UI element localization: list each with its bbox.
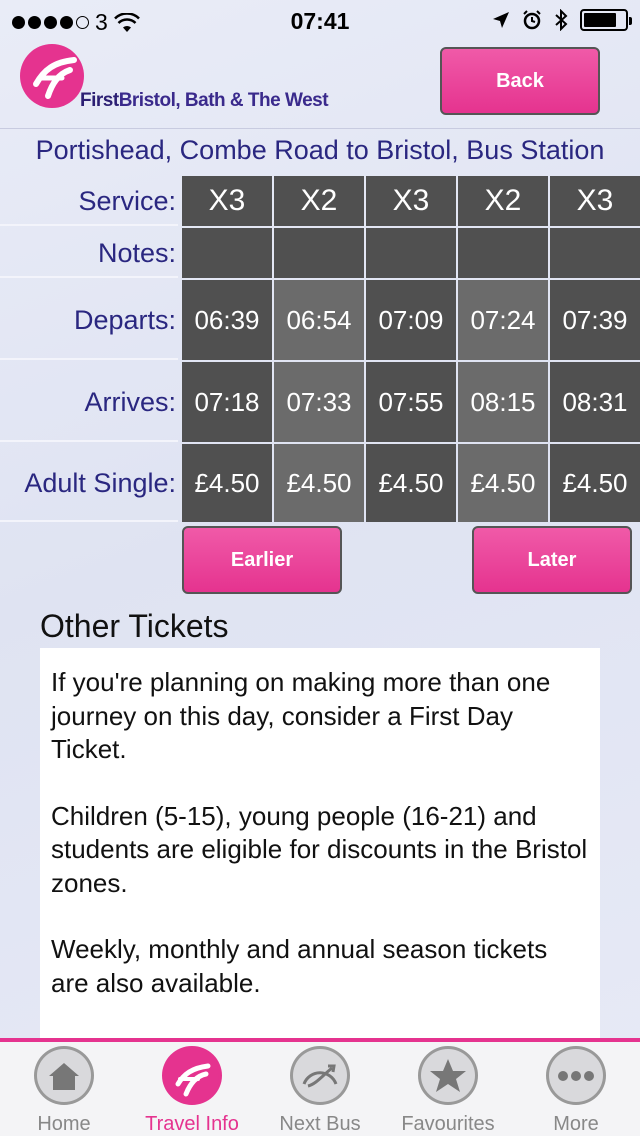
bluetooth-icon	[555, 9, 568, 31]
tab-label: Favourites	[401, 1113, 495, 1135]
back-button[interactable]: Back	[440, 47, 600, 115]
brand-region: Bristol, Bath & The West	[118, 90, 329, 111]
row-label-fare: Adult Single:	[0, 444, 178, 522]
cell-fare: £4.50	[458, 444, 548, 522]
info-paragraph: If you're planning on making more than o…	[51, 667, 551, 764]
tab-more[interactable]: More	[512, 1042, 640, 1136]
other-tickets-title: Other Tickets	[40, 608, 229, 644]
row-label-notes: Notes:	[0, 228, 178, 278]
speedometer-icon	[290, 1046, 350, 1105]
tab-label: Travel Info	[145, 1113, 239, 1135]
star-icon	[418, 1046, 478, 1105]
row-label-service: Service:	[0, 176, 178, 226]
row-label-arrives: Arrives:	[0, 362, 178, 442]
home-icon	[34, 1046, 94, 1105]
info-paragraph: Children (5-15), young people (16-21) an…	[51, 800, 588, 898]
cell-arrives: 07:18	[182, 362, 272, 442]
cell-departs: 07:09	[366, 280, 456, 360]
cell-service: X3	[182, 176, 272, 226]
later-button[interactable]: Later	[472, 526, 632, 594]
more-dots-icon	[546, 1046, 606, 1105]
cell-service: X3	[550, 176, 640, 226]
info-paragraph: Weekly, monthly and annual season ticket…	[51, 934, 548, 998]
cell-notes	[274, 228, 364, 278]
cell-fare: £4.50	[550, 444, 640, 522]
tab-next-bus[interactable]: Next Bus	[256, 1042, 384, 1136]
brand-name: FirstBristol, Bath & The West	[80, 90, 329, 112]
cell-fare: £4.50	[274, 444, 364, 522]
location-arrow-icon	[493, 12, 509, 28]
tab-label: Home	[37, 1113, 91, 1135]
status-bar: 3 07:41	[0, 0, 640, 40]
cell-notes	[366, 228, 456, 278]
cell-arrives: 08:15	[458, 362, 548, 442]
tab-home[interactable]: Home	[0, 1042, 128, 1136]
cell-notes	[182, 228, 272, 278]
first-logo-icon	[162, 1046, 222, 1105]
cell-arrives: 07:55	[366, 362, 456, 442]
tab-label: More	[553, 1113, 599, 1135]
battery-icon	[580, 9, 632, 31]
cell-departs: 07:39	[550, 280, 640, 360]
cell-notes	[550, 228, 640, 278]
other-tickets-info: If you're planning on making more than o…	[40, 648, 600, 1040]
first-logo-icon	[20, 44, 84, 108]
tab-bar: Home Travel Info Next Bus Favourites Mor…	[0, 1038, 640, 1136]
alarm-icon	[523, 10, 541, 30]
cell-service: X2	[274, 176, 364, 226]
cell-notes	[458, 228, 548, 278]
cell-departs: 07:24	[458, 280, 548, 360]
cell-service: X2	[458, 176, 548, 226]
cell-fare: £4.50	[182, 444, 272, 522]
cell-fare: £4.50	[366, 444, 456, 522]
row-label-departs: Departs:	[0, 280, 178, 360]
cell-arrives: 08:31	[550, 362, 640, 442]
route-title: Portishead, Combe Road to Bristol, Bus S…	[0, 128, 640, 172]
tab-favourites[interactable]: Favourites	[384, 1042, 512, 1136]
cell-service: X3	[366, 176, 456, 226]
cell-departs: 06:39	[182, 280, 272, 360]
cell-arrives: 07:33	[274, 362, 364, 442]
tab-travel-info[interactable]: Travel Info	[128, 1042, 256, 1136]
brand-first: First	[80, 90, 119, 111]
tab-label: Next Bus	[279, 1113, 361, 1135]
earlier-button[interactable]: Earlier	[182, 526, 342, 594]
cell-departs: 06:54	[274, 280, 364, 360]
